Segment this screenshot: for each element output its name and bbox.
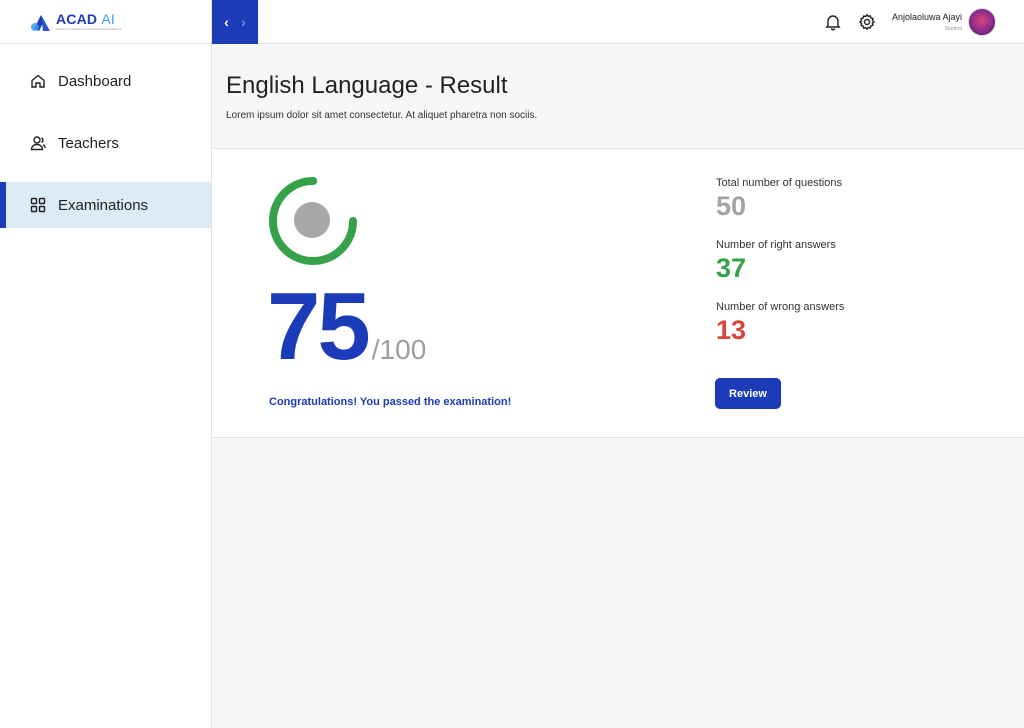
brand-tagline: Academic Intelligence for Educational Ex… [56,27,122,31]
sidebar-item-label: Teachers [58,134,119,152]
score-total: /100 [371,334,427,365]
grid-icon [30,197,46,213]
brand-logo[interactable]: ACAD AI Academic Intelligence for Educat… [0,0,211,44]
page-subtitle: Lorem ipsum dolor sit amet consectetur. … [226,110,538,121]
avatar[interactable] [968,8,996,36]
stat-value: 37 [716,253,747,283]
stat-total-questions: Total number of questions 50 [716,177,844,221]
score-progress-ring [269,177,357,265]
stat-value: 13 [716,315,747,345]
stat-label: Number of right answers [716,239,836,251]
sidebar-item-label: Examinations [58,196,149,214]
sidebar-item-teachers[interactable]: Teachers [0,120,211,166]
stat-value: 50 [716,191,747,221]
bell-icon[interactable] [824,13,842,31]
progress-center-dot [294,202,330,238]
stat-label: Total number of questions [716,177,842,189]
page-header: English Language - Result Lorem ipsum do… [226,72,537,121]
result-card: 75 /100 Congratulations! You passed the … [212,148,1024,438]
stat-label: Number of wrong answers [716,301,845,313]
user-menu[interactable]: Anjolaoluwa Ajayi Student [892,8,996,36]
sidebar: ACAD AI Academic Intelligence for Educat… [0,0,212,728]
topbar: ‹ › Anjolaoluwa Ajayi Student [212,0,1024,44]
logo-icon [31,14,50,31]
page-title: English Language - Result [226,72,508,99]
sidebar-item-dashboard[interactable]: Dashboard [0,58,211,104]
review-button[interactable]: Review [715,378,781,409]
score-value: 75 [267,273,371,380]
sidebar-item-examinations[interactable]: Examinations [0,182,211,228]
sidebar-toggle[interactable]: ‹ › [212,0,258,44]
stat-wrong-answers: Number of wrong answers 13 [716,301,844,345]
result-stats: Total number of questions 50 Number of r… [716,177,844,363]
sidebar-item-label: Dashboard [58,72,132,90]
topbar-actions: Anjolaoluwa Ajayi Student [824,0,996,44]
brand-name: ACAD AI [56,11,115,27]
brand-suffix: AI [101,11,115,27]
user-icon [30,135,46,151]
user-name: Anjolaoluwa Ajayi [891,12,962,22]
user-role: Student [944,26,962,32]
stat-right-answers: Number of right answers 37 [716,239,844,283]
home-icon [30,73,46,89]
chevron-left-icon[interactable]: ‹ [224,14,229,30]
result-message: Congratulations! You passed the examinat… [269,396,512,408]
score-display: 75 /100 [267,279,426,375]
sidebar-nav: Dashboard Teachers Examinations [0,58,211,228]
gear-icon[interactable] [858,13,876,31]
chevron-right-icon[interactable]: › [241,14,246,30]
